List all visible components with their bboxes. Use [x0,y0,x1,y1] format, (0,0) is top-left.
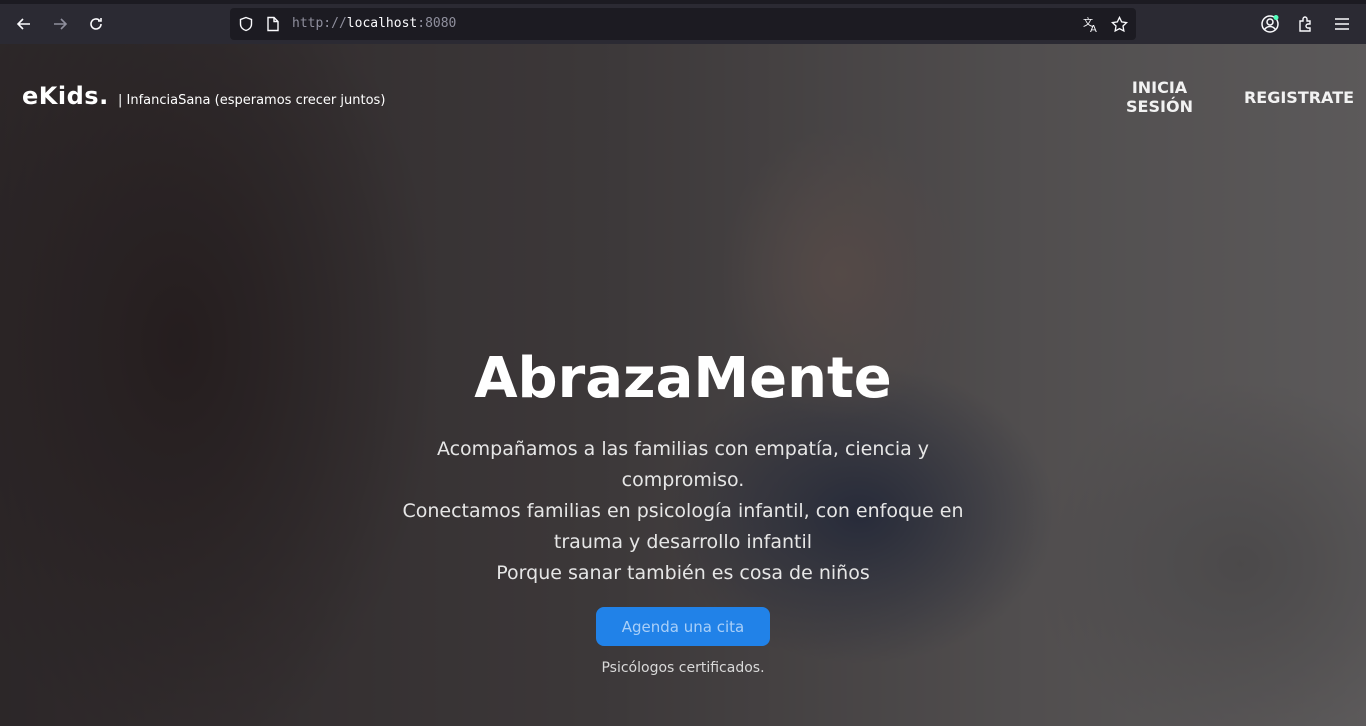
book-appointment-button[interactable]: Agenda una cita [596,607,770,646]
hero-line-1: Acompañamos a las familias con empatía, … [436,438,930,491]
page-icon [263,14,283,34]
forward-icon[interactable] [46,10,74,38]
svg-text:A: A [1090,24,1097,33]
hero-line-2: Conectamos familias en psicología infant… [402,500,964,553]
login-link-line2: SESIÓN [1126,97,1193,116]
star-icon[interactable] [1109,14,1129,34]
back-icon[interactable] [10,10,38,38]
translate-icon[interactable]: 文A [1081,14,1101,34]
login-link-line1: INICIA [1131,78,1188,97]
login-link[interactable]: INICIA SESIÓN [1112,78,1207,116]
hero-description: Acompañamos a las familias con empatía, … [383,434,983,589]
certified-note: Psicólogos certificados. [601,660,765,676]
reload-icon[interactable] [82,10,110,38]
url-text[interactable]: http://localhost:8080 [292,8,456,40]
account-icon[interactable] [1256,10,1284,38]
hero-title: AbrazaMente [474,346,892,411]
brand-tagline: | InfanciaSana (esperamos crecer juntos) [118,93,386,108]
menu-icon[interactable] [1328,10,1356,38]
url-bar[interactable]: http://localhost:8080 文A [230,8,1136,40]
web-page: eKids. | InfanciaSana (esperamos crecer … [0,44,1366,726]
register-link[interactable]: REGISTRATE [1236,88,1362,107]
brand-logo[interactable]: eKids. [22,82,109,110]
hero-line-3: Porque sanar también es cosa de niños [496,562,870,584]
extensions-icon[interactable] [1292,10,1320,38]
browser-toolbar: http://localhost:8080 文A [0,0,1366,44]
shield-icon[interactable] [236,14,256,34]
